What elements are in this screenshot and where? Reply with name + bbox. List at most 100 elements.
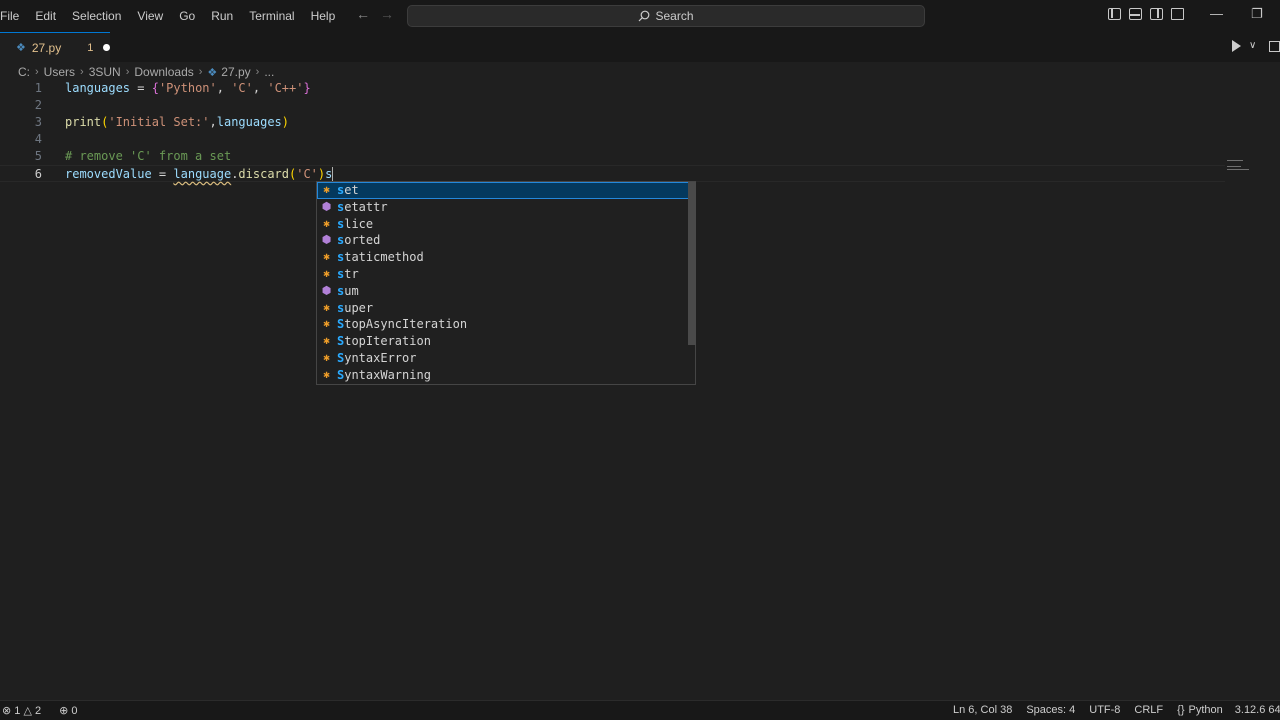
status-left: ⊗ 1 △ 2 ⊕ 0 — [2, 704, 78, 717]
breadcrumb-users[interactable]: Users — [44, 65, 75, 79]
breadcrumb-file[interactable]: 27.py — [221, 65, 250, 79]
suggestion-label: StopAsyncIteration — [337, 317, 468, 332]
encoding[interactable]: UTF-8 — [1089, 704, 1120, 716]
line-number: 1 — [34, 81, 42, 95]
suggestion-item[interactable]: ✱ StopAsyncIteration — [317, 316, 695, 333]
text-cursor — [332, 167, 334, 182]
suggestion-label: sorted — [337, 233, 381, 248]
status-bar: ⊗ 1 △ 2 ⊕ 0 Ln 6, Col 38 Spaces: 4 UTF-8… — [0, 700, 1280, 720]
toggle-panel-icon[interactable] — [1129, 8, 1142, 20]
code-line-3[interactable]: 3 print('Initial Set:',languages) — [0, 114, 1225, 131]
status-right: Ln 6, Col 38 Spaces: 4 UTF-8 CRLF {} Pyth… — [953, 704, 1280, 716]
window-controls: — ❐ — [1210, 6, 1263, 22]
nav-arrows: ← → — [356, 6, 394, 22]
class-icon: ✱ — [323, 350, 330, 364]
suggestion-item[interactable]: ✱ set — [317, 182, 695, 199]
code-editor[interactable]: 1 languages = {'Python', 'C', 'C++'} 2 3… — [0, 80, 1280, 700]
command-center-search[interactable]: Search — [407, 5, 925, 27]
split-editor-icon[interactable] — [1269, 41, 1280, 52]
end-of-line[interactable]: CRLF — [1134, 704, 1163, 716]
suggestion-item[interactable]: ✱ SyntaxError — [317, 350, 695, 367]
customize-layout-icon[interactable] — [1171, 8, 1184, 20]
suggestion-item[interactable]: ✱ super — [317, 300, 695, 317]
title-bar: File Edit Selection View Go Run Terminal… — [0, 0, 1280, 32]
menu-go[interactable]: Go — [179, 9, 203, 23]
suggestion-item[interactable]: ✱ StopIteration — [317, 333, 695, 350]
class-icon: ✱ — [323, 317, 330, 331]
tab-27-py[interactable]: ❖ 27.py 1 — [0, 32, 110, 62]
editor-tab-bar: ❖ 27.py 1 ∨ — [0, 32, 1280, 62]
class-icon: ✱ — [323, 266, 330, 280]
indentation[interactable]: Spaces: 4 — [1026, 704, 1075, 716]
python-file-icon: ❖ — [207, 66, 218, 79]
cursor-position[interactable]: Ln 6, Col 38 — [953, 704, 1012, 716]
chevron-right-icon: › — [35, 66, 39, 78]
back-arrow-icon[interactable]: ← — [356, 6, 370, 22]
menu-edit[interactable]: Edit — [35, 9, 64, 23]
line-number: 4 — [34, 132, 42, 146]
braces-icon: {} — [1177, 704, 1185, 716]
line-number: 2 — [34, 98, 42, 112]
breadcrumb-user[interactable]: 3SUN — [89, 65, 121, 79]
error-icon: ⊗ — [2, 705, 12, 717]
menu-file[interactable]: File — [0, 9, 27, 23]
python-file-icon: ❖ — [16, 42, 26, 54]
breadcrumb: C: › Users › 3SUN › Downloads › ❖ 27.py … — [18, 64, 274, 80]
method-icon: ⬢ — [321, 199, 332, 213]
class-icon: ✱ — [323, 250, 330, 264]
suggestion-item[interactable]: ⬢ sorted — [317, 232, 695, 249]
chevron-right-icon: › — [198, 66, 203, 78]
menu-selection[interactable]: Selection — [72, 9, 129, 23]
breadcrumb-drive[interactable]: C: — [18, 65, 30, 79]
code-line-6[interactable]: 6 removedValue = language.discard('C')s — [0, 165, 1225, 182]
code-line-1[interactable]: 1 languages = {'Python', 'C', 'C++'} — [0, 80, 1225, 97]
suggestion-label: setattr — [337, 199, 388, 214]
line-content: # remove 'C' from a set — [65, 149, 232, 163]
menu-terminal[interactable]: Terminal — [249, 9, 302, 23]
suggestion-label: super — [337, 300, 374, 315]
breadcrumb-downloads[interactable]: Downloads — [134, 65, 193, 79]
minimize-icon[interactable]: — — [1210, 6, 1223, 22]
toggle-primary-sidebar-icon[interactable] — [1108, 8, 1121, 20]
suggestion-item[interactable]: ⬢ setattr — [317, 199, 695, 216]
suggestion-widget[interactable]: ✱ set ⬢ setattr ✱ slice ⬢ sorted ✱ staticmethod ✱ s… — [316, 181, 696, 385]
menu-bar: File Edit Selection View Go Run Terminal… — [0, 0, 343, 32]
suggestion-label: sum — [337, 283, 359, 298]
ports-status[interactable]: ⊕ 0 — [59, 704, 77, 717]
line-number: 3 — [34, 115, 42, 129]
unsaved-dot-icon[interactable] — [103, 44, 110, 51]
line-content: print('Initial Set:',languages) — [65, 115, 290, 129]
code-line-2[interactable]: 2 — [0, 97, 1225, 114]
chevron-right-icon: › — [255, 66, 260, 78]
warning-icon: △ — [23, 705, 32, 717]
suggestion-item[interactable]: ✱ staticmethod — [317, 249, 695, 266]
toggle-secondary-sidebar-icon[interactable] — [1150, 8, 1163, 20]
menu-help[interactable]: Help — [311, 9, 344, 23]
suggestion-item[interactable]: ⬢ sum — [317, 283, 695, 300]
class-icon: ✱ — [323, 216, 330, 230]
run-options-chevron-icon[interactable]: ∨ — [1249, 40, 1256, 51]
minimap[interactable] — [1227, 160, 1249, 170]
suggestion-item[interactable]: ✱ SyntaxWarning — [317, 367, 695, 384]
suggestion-item[interactable]: ✱ str — [317, 266, 695, 283]
python-interpreter[interactable]: 3.12.6 64-bit — [1235, 704, 1280, 716]
breadcrumb-symbols[interactable]: ... — [264, 65, 274, 79]
run-python-file-icon[interactable] — [1232, 40, 1241, 52]
search-icon — [639, 10, 650, 22]
suggestion-scrollbar[interactable] — [688, 182, 696, 345]
code-line-4[interactable]: 4 — [0, 131, 1225, 148]
suggestion-label: SyntaxError — [337, 350, 417, 365]
line-content: removedValue = language.discard('C')s — [65, 167, 334, 182]
menu-run[interactable]: Run — [211, 9, 241, 23]
line-number: 5 — [34, 149, 42, 163]
problems-status[interactable]: ⊗ 1 △ 2 — [2, 704, 41, 717]
language-mode[interactable]: {} Python — [1177, 704, 1223, 716]
suggestion-label: StopIteration — [337, 334, 431, 349]
tab-problem-count: 1 — [87, 41, 94, 54]
suggestion-label: SyntaxWarning — [337, 367, 431, 382]
code-line-5[interactable]: 5 # remove 'C' from a set — [0, 148, 1225, 165]
menu-view[interactable]: View — [137, 9, 171, 23]
restore-icon[interactable]: ❐ — [1251, 6, 1263, 22]
suggestion-item[interactable]: ✱ slice — [317, 216, 695, 233]
forward-arrow-icon[interactable]: → — [380, 6, 394, 22]
